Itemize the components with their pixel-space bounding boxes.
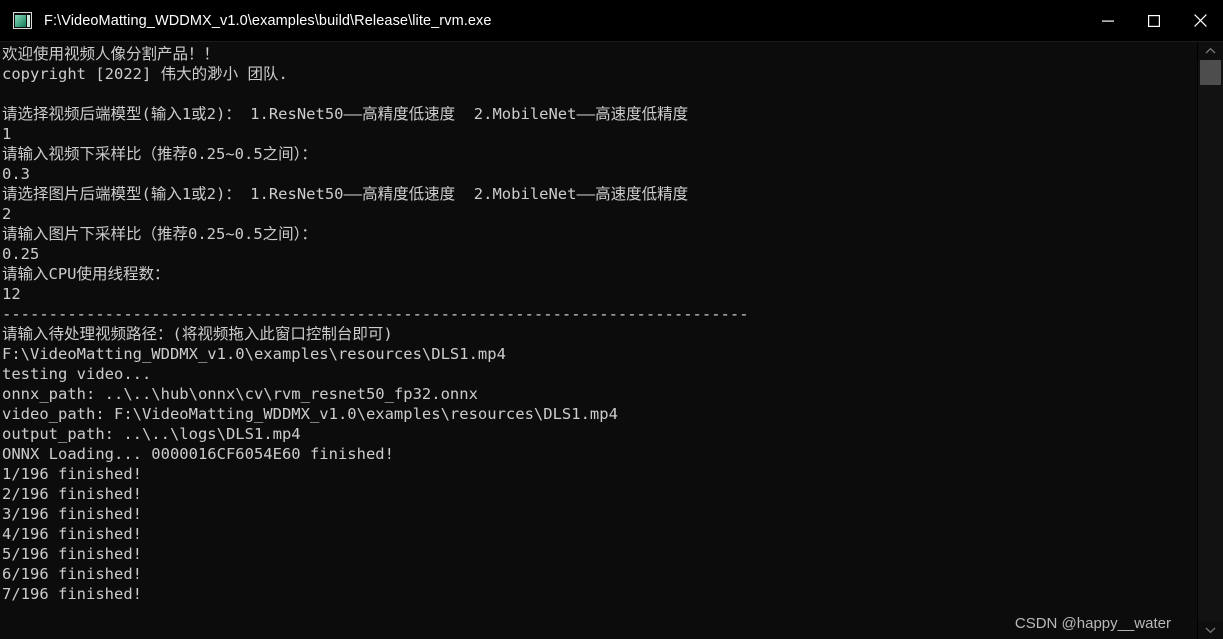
maximize-icon: [1148, 14, 1160, 27]
maximize-button[interactable]: [1131, 0, 1177, 41]
console-line: 2/196 finished!: [2, 485, 142, 503]
console-line: 7/196 finished!: [2, 585, 142, 603]
chevron-down-icon: [1205, 627, 1216, 634]
scrollbar-track[interactable]: [1198, 60, 1223, 621]
console-line: 1: [2, 125, 12, 143]
console-line: 12: [2, 285, 21, 303]
console-line: copyright [2022] 伟大的渺小 团队.: [2, 65, 288, 83]
scroll-down-button[interactable]: [1198, 621, 1223, 639]
console-line: 欢迎使用视频人像分割产品！！: [2, 45, 220, 63]
console-line: 请输入图片下采样比（推荐0.25~0.5之间）：: [2, 225, 317, 243]
console-line: output_path: ..\..\logs\DLS1.mp4: [2, 425, 301, 443]
console-line: 3/196 finished!: [2, 505, 142, 523]
scroll-up-button[interactable]: [1198, 42, 1223, 60]
console-line: 1/196 finished!: [2, 465, 142, 483]
console-body-area: 欢迎使用视频人像分割产品！！ copyright [2022] 伟大的渺小 团队…: [0, 42, 1223, 639]
console-line: onnx_path: ..\..\hub\onnx\cv\rvm_resnet5…: [2, 385, 478, 403]
title-bar-left: F:\VideoMatting_WDDMX_v1.0\examples\buil…: [0, 12, 1085, 29]
console-line: video_path: F:\VideoMatting_WDDMX_v1.0\e…: [2, 405, 618, 423]
vertical-scrollbar[interactable]: [1197, 42, 1223, 639]
console-line: 4/196 finished!: [2, 525, 142, 543]
close-icon: [1193, 14, 1207, 27]
scrollbar-thumb[interactable]: [1200, 60, 1221, 85]
console-separator-line: ----------------------------------------…: [2, 305, 749, 323]
console-line: F:\VideoMatting_WDDMX_v1.0\examples\reso…: [2, 345, 506, 363]
console-line: 0.3: [2, 165, 30, 183]
console-line: testing video...: [2, 365, 152, 383]
console-window: F:\VideoMatting_WDDMX_v1.0\examples\buil…: [0, 0, 1223, 639]
minimize-button[interactable]: [1085, 0, 1131, 41]
console-line: 5/196 finished!: [2, 545, 142, 563]
window-controls: [1085, 0, 1223, 41]
console-line: 请选择图片后端模型(输入1或2)： 1.ResNet50——高精度低速度 2.M…: [2, 185, 689, 203]
console-output[interactable]: 欢迎使用视频人像分割产品！！ copyright [2022] 伟大的渺小 团队…: [0, 42, 1197, 639]
console-line: 请输入视频下采样比（推荐0.25~0.5之间）：: [2, 145, 317, 163]
console-line: 0.25: [2, 245, 40, 263]
console-line: 请选择视频后端模型(输入1或2)： 1.ResNet50——高精度低速度 2.M…: [2, 105, 689, 123]
chevron-up-icon: [1205, 47, 1216, 54]
console-line: 请输入CPU使用线程数：: [2, 265, 170, 283]
console-line-list: 欢迎使用视频人像分割产品！！ copyright [2022] 伟大的渺小 团队…: [2, 44, 1197, 604]
console-line: 6/196 finished!: [2, 565, 142, 583]
console-line: 请输入待处理视频路径：(将视频拖入此窗口控制台即可): [2, 325, 393, 343]
close-button[interactable]: [1177, 0, 1223, 41]
watermark: CSDN @happy__water: [1014, 615, 1171, 632]
console-line: 2: [2, 205, 12, 223]
console-app-icon: [13, 12, 32, 29]
window-title: F:\VideoMatting_WDDMX_v1.0\examples\buil…: [44, 12, 492, 29]
minimize-icon: [1102, 20, 1114, 22]
title-bar[interactable]: F:\VideoMatting_WDDMX_v1.0\examples\buil…: [0, 0, 1223, 42]
console-line: ONNX Loading... 0000016CF6054E60 finishe…: [2, 445, 394, 463]
